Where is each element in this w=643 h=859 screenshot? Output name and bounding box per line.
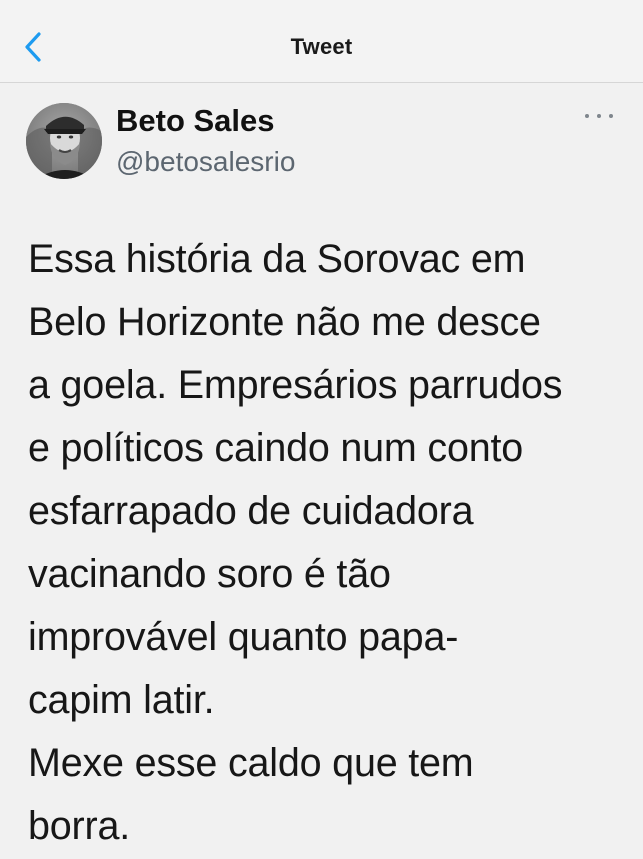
more-button[interactable] bbox=[585, 109, 613, 123]
author-handle[interactable]: @betosalesrio bbox=[116, 146, 295, 178]
tweet-line: Essa história da Sorovac em bbox=[28, 237, 526, 281]
more-horizontal-icon-dot bbox=[609, 114, 613, 118]
tweet-line: Belo Horizonte não me desce bbox=[28, 300, 541, 344]
tweet-line: improvável quanto papa- bbox=[28, 615, 459, 659]
tweet-line: a goela. Empresários parrudos bbox=[28, 363, 563, 407]
more-horizontal-icon-dot bbox=[585, 114, 589, 118]
tweet-line: borra. bbox=[28, 804, 130, 848]
tweet-text: Essa história da Sorovac em Belo Horizon… bbox=[28, 228, 628, 858]
author-name[interactable]: Beto Sales bbox=[116, 103, 275, 139]
avatar[interactable] bbox=[26, 103, 102, 179]
tweet-line: esfarrapado de cuidadora bbox=[28, 489, 474, 533]
tweet-line: e políticos caindo num conto bbox=[28, 426, 524, 470]
page-title: Tweet bbox=[290, 34, 353, 59]
tweet-line: capim latir. bbox=[28, 678, 215, 722]
tweet-header: Beto Sales @betosalesrio bbox=[0, 95, 643, 185]
tweet-line: vacinando soro é tão bbox=[28, 552, 391, 596]
avatar-photo bbox=[26, 103, 102, 179]
top-bar: Tweet bbox=[0, 0, 643, 83]
tweet-line: Mexe esse caldo que tem bbox=[28, 741, 474, 785]
more-horizontal-icon-dot bbox=[597, 114, 601, 118]
